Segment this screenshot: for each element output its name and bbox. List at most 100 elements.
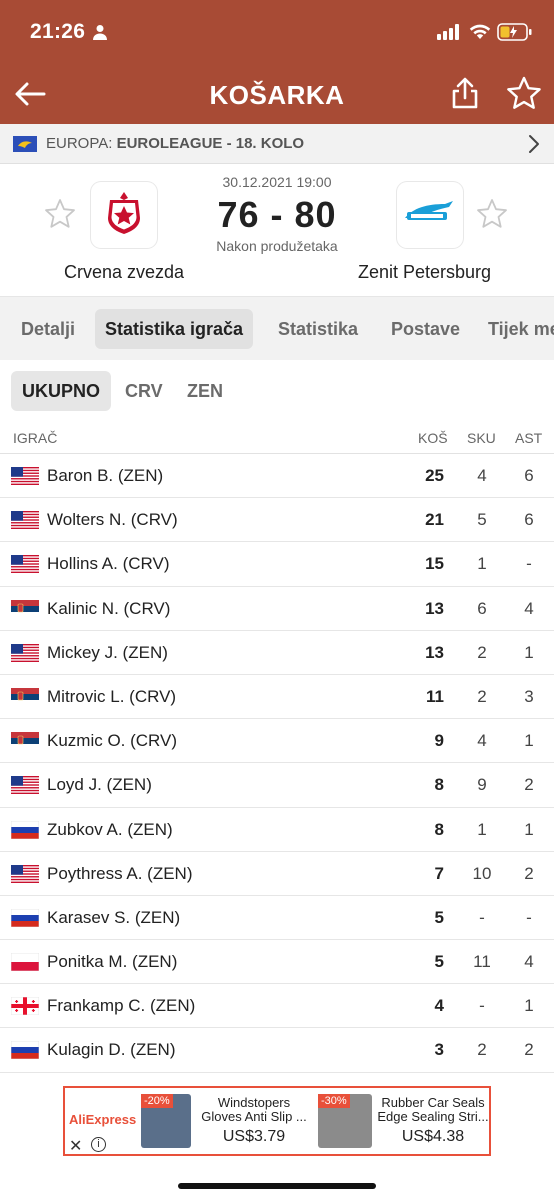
subtab-ukupno[interactable]: UKUPNO xyxy=(11,371,112,411)
col-player[interactable]: IGRAČ xyxy=(13,430,57,446)
player-points: 5 xyxy=(434,907,444,927)
player-rebounds: 1 xyxy=(477,554,487,574)
player-rebounds: 1 xyxy=(477,819,487,839)
player-points: 3 xyxy=(434,1040,444,1060)
player-name[interactable]: Zubkov A. (ZEN) xyxy=(47,820,173,840)
col-points[interactable]: KOŠ xyxy=(418,430,448,446)
rs-flag-icon xyxy=(11,687,39,706)
signal-icon xyxy=(437,24,459,40)
player-points: 25 xyxy=(425,466,444,485)
ad-info-icon[interactable]: i xyxy=(91,1137,106,1152)
col-rebounds[interactable]: SKU xyxy=(467,430,496,446)
europe-flag-icon xyxy=(13,136,37,152)
table-row[interactable]: Mitrovic L. (CRV) 11 2 3 xyxy=(0,675,554,720)
competition-text: EUROPA: EUROLEAGUE - 18. KOLO xyxy=(46,135,304,152)
player-points: 8 xyxy=(434,819,444,839)
table-row[interactable]: Poythress A. (ZEN) 7 10 2 xyxy=(0,852,554,896)
tab-tijek-meca[interactable]: Tijek me xyxy=(478,309,554,349)
player-points: 13 xyxy=(425,598,444,618)
us-flag-icon xyxy=(11,511,39,530)
ad-close-icon[interactable]: ✕ xyxy=(69,1136,82,1156)
player-rebounds: 2 xyxy=(477,686,487,706)
player-points: 8 xyxy=(434,775,444,795)
table-row[interactable]: Karasev S. (ZEN) 5 - - xyxy=(0,896,554,941)
ru-flag-icon xyxy=(10,820,40,839)
subtab-zen[interactable]: ZEN xyxy=(176,371,234,411)
table-row[interactable]: Kuzmic O. (CRV) 9 4 1 xyxy=(0,719,554,764)
table-row[interactable]: Mickey J. (ZEN) 13 2 1 xyxy=(0,631,554,675)
share-icon[interactable] xyxy=(450,76,480,110)
player-points: 11 xyxy=(426,686,444,706)
favorite-away-star-icon[interactable] xyxy=(476,198,508,230)
star-icon[interactable] xyxy=(506,76,542,110)
player-name[interactable]: Kuzmic O. (CRV) xyxy=(47,731,177,751)
player-name[interactable]: Ponitka M. (ZEN) xyxy=(47,952,177,972)
tab-postave[interactable]: Postave xyxy=(381,309,470,349)
tab-detalji[interactable]: Detalji xyxy=(11,309,85,349)
player-assists: 4 xyxy=(524,952,534,972)
chevron-right-icon xyxy=(529,135,539,153)
col-assists[interactable]: AST xyxy=(515,430,542,446)
table-row[interactable]: Baron B. (ZEN) 25 4 6 xyxy=(0,454,554,499)
player-assists: 1 xyxy=(524,731,534,751)
ad-item2-discount: -30% xyxy=(318,1094,350,1108)
table-row[interactable]: Kalinic N. (CRV) 13 6 4 xyxy=(0,587,554,631)
us-flag-icon xyxy=(11,555,39,574)
table-row[interactable]: Loyd J. (ZEN) 8 9 2 xyxy=(0,763,554,808)
player-assists: 1 xyxy=(524,819,534,839)
status-bar: 21:26 xyxy=(0,0,554,62)
ad-banner[interactable]: AliExpress ✕ i -20% Windstopers Gloves A… xyxy=(63,1086,491,1156)
tab-statistika[interactable]: Statistika xyxy=(268,309,368,349)
player-rebounds: 6 xyxy=(477,598,487,618)
subtab-crv[interactable]: CRV xyxy=(114,371,174,411)
table-row[interactable]: Wolters N. (CRV) 21 5 6 xyxy=(0,498,554,543)
table-row[interactable]: Frankamp C. (ZEN) 4 - 1 xyxy=(0,984,554,1029)
battery-icon xyxy=(497,23,532,41)
wifi-icon xyxy=(469,24,491,39)
ad-item1-discount: -20% xyxy=(141,1094,173,1108)
nav-header: KOŠARKA xyxy=(0,62,554,124)
player-points: 5 xyxy=(434,952,444,972)
table-row[interactable]: Zubkov A. (ZEN) 8 1 1 xyxy=(0,808,554,852)
player-rebounds: 11 xyxy=(473,952,491,972)
player-assists: 1 xyxy=(524,642,534,662)
player-name[interactable]: Hollins A. (CRV) xyxy=(47,554,170,574)
player-name[interactable]: Frankamp C. (ZEN) xyxy=(47,996,195,1016)
competition-row[interactable]: EUROPA: EUROLEAGUE - 18. KOLO xyxy=(0,124,554,164)
player-assists: - xyxy=(526,554,532,574)
team-filter-tabs: UKUPNO CRV ZEN xyxy=(0,360,554,424)
table-row[interactable]: Ponitka M. (ZEN) 5 11 4 xyxy=(0,940,554,985)
player-name[interactable]: Baron B. (ZEN) xyxy=(47,466,163,486)
match-datetime: 30.12.2021 19:00 xyxy=(222,174,332,190)
player-name[interactable]: Kulagin D. (ZEN) xyxy=(47,1040,175,1060)
rs-flag-icon xyxy=(11,732,39,751)
table-row[interactable]: Hollins A. (CRV) 15 1 - xyxy=(0,542,554,587)
ad-item1-title[interactable]: Windstopers Gloves Anti Slip ... xyxy=(199,1096,309,1124)
player-rebounds: 10 xyxy=(472,863,492,883)
player-name[interactable]: Kalinic N. (CRV) xyxy=(47,599,170,619)
match-tabs: Detalji Statistika igrača Statistika Pos… xyxy=(0,296,554,360)
tab-statistika-igraca[interactable]: Statistika igrača xyxy=(95,309,254,349)
us-flag-icon xyxy=(11,467,39,486)
home-team-name[interactable]: Crvena zvezda xyxy=(64,262,184,283)
player-name[interactable]: Loyd J. (ZEN) xyxy=(47,775,152,795)
home-indicator[interactable] xyxy=(178,1183,376,1189)
player-rebounds: - xyxy=(479,996,485,1016)
player-assists: 2 xyxy=(524,1040,534,1060)
away-team-name[interactable]: Zenit Petersburg xyxy=(358,262,491,283)
player-name[interactable]: Karasev S. (ZEN) xyxy=(47,908,180,928)
player-name[interactable]: Mitrovic L. (CRV) xyxy=(47,687,176,707)
ad-item2-title[interactable]: Rubber Car Seals Edge Sealing Stri... xyxy=(377,1096,489,1124)
player-name[interactable]: Wolters N. (CRV) xyxy=(47,510,178,530)
player-name[interactable]: Poythress A. (ZEN) xyxy=(47,864,192,884)
table-row[interactable]: Kulagin D. (ZEN) 3 2 2 xyxy=(0,1028,554,1073)
player-rebounds: 4 xyxy=(477,731,487,751)
pl-flag-icon xyxy=(10,952,40,972)
player-assists: 3 xyxy=(524,686,534,706)
us-flag-icon xyxy=(11,864,39,883)
player-name[interactable]: Mickey J. (ZEN) xyxy=(47,643,168,663)
player-points: 9 xyxy=(434,731,444,751)
ad-item2-price: US$4.38 xyxy=(401,1128,465,1145)
app-header: 21:26 KOŠARKA xyxy=(0,0,554,124)
player-rebounds: 9 xyxy=(477,775,487,795)
